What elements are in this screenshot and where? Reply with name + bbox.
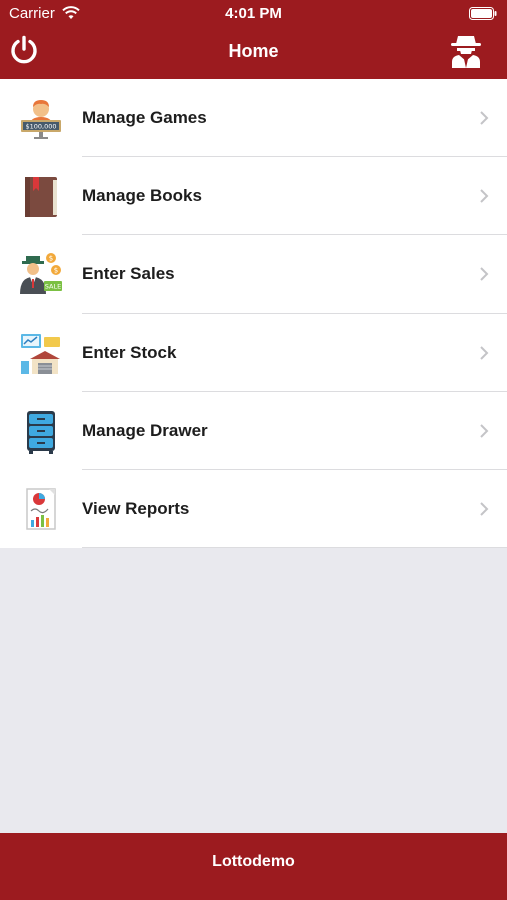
menu-item-label: Manage Books	[82, 186, 202, 206]
page-title: Home	[228, 41, 279, 61]
reports-icon	[26, 488, 56, 530]
menu-item-manage-drawer[interactable]: Manage Drawer	[0, 392, 507, 470]
chevron-right-icon	[480, 189, 489, 203]
top-bar: Carrier 4:01 PM Home	[0, 0, 507, 79]
menu-item-label: Manage Games	[82, 108, 207, 127]
sales-icon: $ $ SALE	[20, 253, 62, 295]
drawer-icon	[27, 410, 55, 454]
menu-item-label: Enter Sales	[82, 264, 175, 284]
svg-text:$100,000: $100,000	[25, 123, 56, 131]
status-bar: Carrier 4:01 PM	[0, 0, 507, 28]
svg-text:SALE: SALE	[45, 283, 61, 291]
menu-item-manage-games[interactable]: $100,000 Manage Games	[0, 79, 507, 158]
menu-list: $100,000 Manage Games Manage Books $ $ S…	[0, 79, 507, 549]
menu-item-enter-sales[interactable]: $ $ SALE Enter Sales	[0, 235, 507, 314]
nav-bar: Home	[0, 28, 507, 79]
svg-text:$: $	[49, 255, 53, 263]
menu-item-label: View Reports	[82, 498, 190, 518]
chevron-right-icon	[480, 111, 489, 125]
menu-item-manage-books[interactable]: Manage Books	[0, 157, 507, 236]
menu-item-label: Manage Drawer	[82, 420, 208, 440]
chevron-right-icon	[480, 424, 489, 438]
spy-icon[interactable]	[449, 32, 483, 68]
games-icon: $100,000	[21, 100, 61, 139]
stock-icon	[21, 333, 60, 374]
menu-item-label: Enter Stock	[82, 342, 177, 362]
separator	[82, 547, 507, 549]
svg-text:$: $	[54, 267, 58, 275]
book-icon	[25, 177, 57, 218]
menu-item-enter-stock[interactable]: Enter Stock	[0, 314, 507, 392]
chevron-right-icon	[480, 267, 489, 282]
chevron-right-icon	[480, 345, 489, 360]
battery-icon	[469, 7, 497, 20]
menu-item-view-reports[interactable]: View Reports	[0, 470, 507, 549]
footer-bar: Lottodemo	[0, 833, 507, 900]
status-time: 4:01 PM	[225, 5, 282, 22]
chevron-right-icon	[480, 502, 489, 516]
footer-label: Lottodemo	[212, 853, 295, 870]
